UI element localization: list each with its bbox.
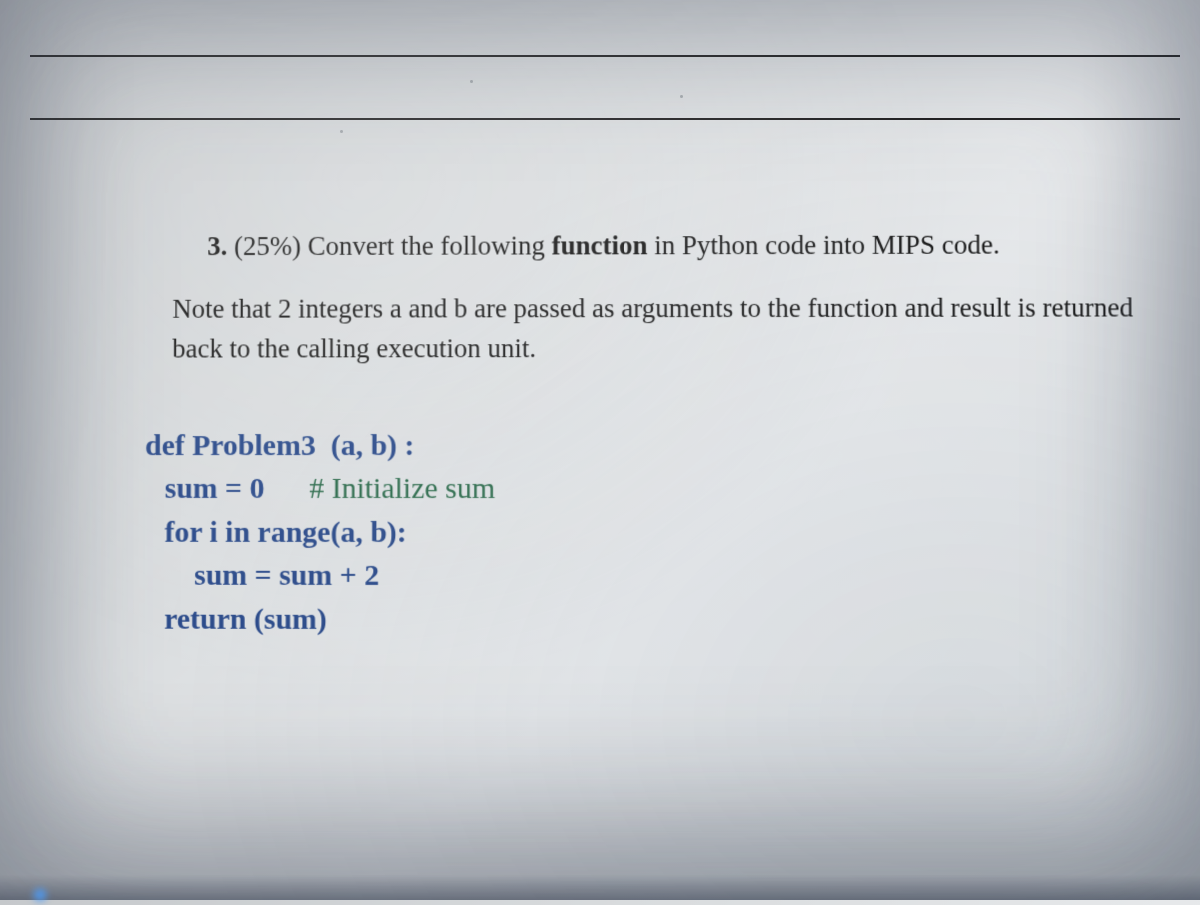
dust-speck (470, 80, 473, 83)
prompt-prefix: Convert the following (308, 231, 552, 261)
code-line-for: for i in range(a, b): (145, 510, 1143, 554)
code-line-init: sum = 0 # Initialize sum (145, 467, 1143, 511)
led-indicator-icon (30, 885, 50, 905)
sum-increment: sum = sum + 2 (194, 559, 379, 592)
problem-heading: 3. (25%) Convert the following function … (118, 224, 1141, 266)
def-keyword: def (145, 429, 185, 462)
problem-content: 3. (25%) Convert the following function … (116, 224, 1143, 642)
python-code-block: def Problem3 (a, b) : sum = 0 # Initiali… (116, 423, 1143, 642)
problem-number: 3. (207, 231, 227, 261)
dust-speck (340, 130, 343, 133)
code-line-def: def Problem3 (a, b) : (145, 423, 1142, 467)
code-line-body: sum = sum + 2 (144, 554, 1143, 599)
document-page: 3. (25%) Convert the following function … (0, 0, 1200, 900)
dust-speck (680, 95, 683, 98)
function-name: Problem3 (185, 429, 331, 462)
horizontal-rule-bottom (30, 0, 1180, 120)
sum-init: sum = 0 (165, 472, 265, 505)
problem-weight: (25%) (234, 231, 301, 261)
problem-note: Note that 2 integers a and b are passed … (118, 287, 1142, 369)
prompt-bold-word: function (552, 230, 648, 260)
prompt-suffix: in Python code into MIPS code. (647, 230, 999, 261)
function-params: (a, b) : (331, 429, 415, 462)
comment-init: # Initialize sum (264, 472, 495, 505)
for-loop: for i in range(a, b): (164, 515, 406, 548)
code-line-return: return (sum) (144, 597, 1143, 642)
return-stmt: return (sum) (164, 602, 327, 635)
screen-bottom-edge (0, 875, 1200, 900)
